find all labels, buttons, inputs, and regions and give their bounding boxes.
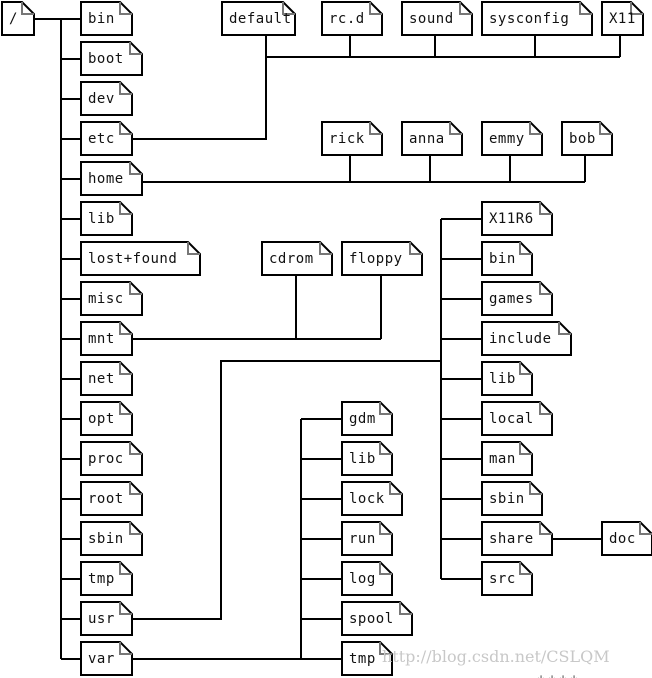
folder-label: rick [329, 131, 365, 147]
folder-label: proc [88, 451, 124, 467]
folder-label: rc.d [329, 11, 365, 27]
folder-label: usr [88, 611, 115, 627]
folder-label: lock [349, 491, 385, 507]
folder-label: src [489, 571, 516, 587]
watermark-subtext: 小小小小 [536, 672, 582, 678]
folder-node-usr-x11r6[interactable]: X11R6 [481, 201, 553, 236]
folder-node-usr-src[interactable]: src [481, 561, 533, 596]
folder-node-var-lock[interactable]: lock [341, 481, 403, 516]
folder-node-mnt-cdrom[interactable]: cdrom [261, 241, 333, 276]
folder-node-etc[interactable]: etc [80, 121, 133, 156]
folder-node-mnt-floppy[interactable]: floppy [341, 241, 423, 276]
folder-label: games [489, 291, 534, 307]
folder-node-bin[interactable]: bin [80, 1, 133, 36]
folder-label: root [88, 491, 124, 507]
folder-label: bin [88, 11, 115, 27]
folder-node-home-bob[interactable]: bob [561, 121, 613, 156]
folder-node-root[interactable]: / [1, 1, 35, 36]
folder-node-usr-sbin[interactable]: sbin [481, 481, 543, 516]
folder-label: anna [409, 131, 445, 147]
folder-node-var-log[interactable]: log [341, 561, 393, 596]
folder-node-etc-rcd[interactable]: rc.d [321, 1, 383, 36]
folder-label: sound [409, 11, 454, 27]
folder-node-usr-man[interactable]: man [481, 441, 533, 476]
folder-node-var-lib[interactable]: lib [341, 441, 393, 476]
folder-node-tmp[interactable]: tmp [80, 561, 133, 596]
folder-node-home-anna[interactable]: anna [401, 121, 463, 156]
folder-label: cdrom [269, 251, 314, 267]
folder-label: sysconfig [489, 11, 570, 27]
folder-node-misc[interactable]: misc [80, 281, 143, 316]
folder-label: doc [609, 531, 636, 547]
folder-node-root-dir[interactable]: root [80, 481, 143, 516]
folder-node-dev[interactable]: dev [80, 81, 133, 116]
folder-node-usr-include[interactable]: include [481, 321, 572, 356]
folder-node-usr-lib[interactable]: lib [481, 361, 533, 396]
folder-label: lib [349, 451, 376, 467]
folder-node-usr-local[interactable]: local [481, 401, 553, 436]
folder-label: net [88, 371, 115, 387]
folder-node-etc-x11[interactable]: X11 [601, 1, 644, 36]
folder-label: sbin [489, 491, 525, 507]
folder-label: lost+found [88, 251, 178, 267]
folder-label: tmp [88, 571, 115, 587]
folder-label: spool [349, 611, 394, 627]
folder-node-lib[interactable]: lib [80, 201, 133, 236]
folder-node-sbin[interactable]: sbin [80, 521, 143, 556]
watermark-url: http://blog.csdn.net/CSLQM [382, 647, 610, 666]
folder-label: run [349, 531, 376, 547]
folder-label: lib [88, 211, 115, 227]
folder-node-var-gdm[interactable]: gdm [341, 401, 393, 436]
folder-label: sbin [88, 531, 124, 547]
folder-label: gdm [349, 411, 376, 427]
directory-tree-diagram: / bin boot dev etc home lib lost+found misc mnt ne… [0, 0, 652, 678]
folder-node-home[interactable]: home [80, 161, 143, 196]
folder-label: include [489, 331, 552, 347]
folder-node-share-doc[interactable]: doc [601, 521, 652, 556]
folder-node-usr-games[interactable]: games [481, 281, 553, 316]
folder-label: floppy [349, 251, 403, 267]
connector-etc [132, 57, 267, 140]
folder-node-etc-sysconfig[interactable]: sysconfig [481, 1, 593, 36]
folder-label: boot [88, 51, 124, 67]
folder-label: share [489, 531, 534, 547]
folder-node-mnt[interactable]: mnt [80, 321, 133, 356]
folder-label: opt [88, 411, 115, 427]
folder-node-var[interactable]: var [80, 641, 133, 676]
folder-label: lib [489, 371, 516, 387]
folder-node-proc[interactable]: proc [80, 441, 143, 476]
folder-node-opt[interactable]: opt [80, 401, 133, 436]
folder-node-lost-found[interactable]: lost+found [80, 241, 201, 276]
folder-label: bin [489, 251, 516, 267]
folder-label: man [489, 451, 516, 467]
folder-label: mnt [88, 331, 115, 347]
folder-node-var-spool[interactable]: spool [341, 601, 413, 636]
folder-label: etc [88, 131, 115, 147]
folder-label: misc [88, 291, 124, 307]
folder-node-etc-sound[interactable]: sound [401, 1, 473, 36]
folder-node-usr-bin[interactable]: bin [481, 241, 533, 276]
folder-label: bob [569, 131, 596, 147]
folder-node-etc-default[interactable]: default [221, 1, 296, 36]
folder-label: tmp [349, 651, 376, 667]
folder-label: dev [88, 91, 115, 107]
folder-node-net[interactable]: net [80, 361, 133, 396]
folder-label: home [88, 171, 124, 187]
folder-label: / [9, 11, 18, 27]
folder-node-boot[interactable]: boot [80, 41, 143, 76]
folder-node-home-rick[interactable]: rick [321, 121, 383, 156]
folder-label: default [229, 11, 292, 27]
folder-label: local [489, 411, 534, 427]
folder-label: emmy [489, 131, 525, 147]
folder-label: log [349, 571, 376, 587]
folder-node-var-run[interactable]: run [341, 521, 393, 556]
folder-node-usr-share[interactable]: share [481, 521, 553, 556]
folder-node-home-emmy[interactable]: emmy [481, 121, 543, 156]
folder-label: var [88, 651, 115, 667]
folder-node-usr[interactable]: usr [80, 601, 133, 636]
document-icon [1, 1, 35, 36]
folder-label: X11R6 [489, 211, 534, 227]
folder-label: X11 [609, 11, 636, 27]
